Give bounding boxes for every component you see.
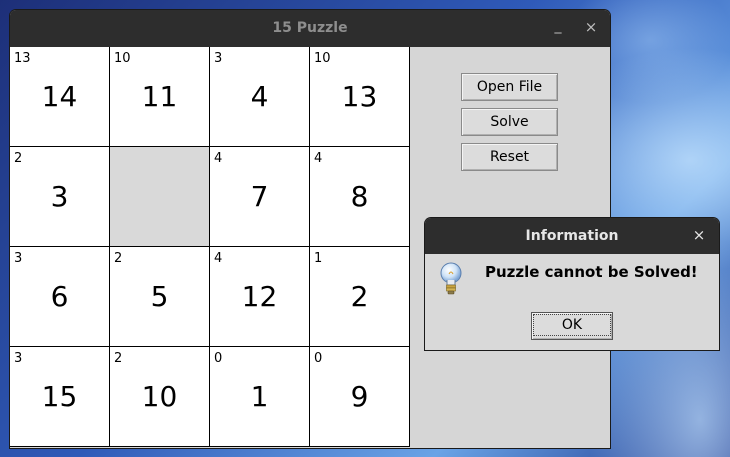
tile-hint: 3 bbox=[214, 51, 223, 66]
tile-hint: 10 bbox=[314, 51, 331, 66]
tile-number: 3 bbox=[50, 180, 69, 213]
window-titlebar[interactable]: 15 Puzzle _ × bbox=[10, 10, 610, 47]
tile[interactable]: 2 10 bbox=[110, 347, 210, 447]
tile-hint: 2 bbox=[114, 351, 123, 366]
tile-number: 12 bbox=[241, 280, 278, 313]
tile-hint: 3 bbox=[14, 351, 23, 366]
empty-tile[interactable] bbox=[110, 147, 210, 247]
dialog-titlebar[interactable]: Information × bbox=[425, 218, 719, 254]
tile-hint: 4 bbox=[214, 251, 223, 266]
tile-number: 2 bbox=[350, 280, 369, 313]
dialog-message: Puzzle cannot be Solved! bbox=[485, 263, 698, 281]
lightbulb-icon bbox=[440, 262, 462, 295]
tile-number: 14 bbox=[41, 80, 78, 113]
ok-button[interactable]: OK bbox=[531, 312, 613, 340]
tile-number: 4 bbox=[250, 80, 269, 113]
tile[interactable]: 36 bbox=[10, 247, 110, 347]
solve-button[interactable]: Solve bbox=[461, 108, 558, 136]
tile-hint: 2 bbox=[14, 151, 23, 166]
open-file-button[interactable]: Open File bbox=[461, 73, 558, 101]
dialog-title: Information bbox=[525, 228, 619, 244]
tile[interactable]: 13 14 bbox=[10, 47, 110, 147]
tile[interactable]: 23 bbox=[10, 147, 110, 247]
dialog-close-button[interactable]: × bbox=[691, 227, 707, 243]
tile-hint: 3 bbox=[14, 251, 23, 266]
tile-number: 10 bbox=[141, 380, 178, 413]
tile-hint: 4 bbox=[314, 151, 323, 166]
reset-button[interactable]: Reset bbox=[461, 143, 558, 171]
tile-number: 15 bbox=[41, 380, 78, 413]
tile[interactable]: 01 bbox=[210, 347, 310, 447]
tile-number: 7 bbox=[250, 180, 269, 213]
tile-number: 6 bbox=[50, 280, 69, 313]
tile-number: 11 bbox=[141, 80, 178, 113]
tile[interactable]: 10 11 bbox=[110, 47, 210, 147]
puzzle-board: 13 14 10 11 34 10 13 23 47 48 36 25 4 12 12 … bbox=[10, 47, 410, 447]
window-title: 15 Puzzle bbox=[272, 20, 348, 36]
tile-number: 5 bbox=[150, 280, 169, 313]
tile[interactable]: 25 bbox=[110, 247, 210, 347]
tile[interactable]: 4 12 bbox=[210, 247, 310, 347]
tile-number: 1 bbox=[250, 380, 269, 413]
tile-number: 13 bbox=[341, 80, 378, 113]
tile-number: 9 bbox=[350, 380, 369, 413]
tile[interactable]: 3 15 bbox=[10, 347, 110, 447]
minimize-button[interactable]: _ bbox=[550, 18, 566, 34]
tile[interactable]: 10 13 bbox=[310, 47, 410, 147]
tile-hint: 0 bbox=[314, 351, 323, 366]
tile-hint: 4 bbox=[214, 151, 223, 166]
tile[interactable]: 34 bbox=[210, 47, 310, 147]
tile[interactable]: 12 bbox=[310, 247, 410, 347]
tile-hint: 0 bbox=[214, 351, 223, 366]
close-button[interactable]: × bbox=[583, 19, 599, 35]
ok-button-label: OK bbox=[532, 314, 612, 336]
tile[interactable]: 48 bbox=[310, 147, 410, 247]
tile[interactable]: 47 bbox=[210, 147, 310, 247]
tile-hint: 13 bbox=[14, 51, 31, 66]
tile-hint: 2 bbox=[114, 251, 123, 266]
tile[interactable]: 09 bbox=[310, 347, 410, 447]
tile-hint: 10 bbox=[114, 51, 131, 66]
information-dialog: Information × Puzzle cannot be Solved! O… bbox=[425, 218, 719, 350]
tile-hint: 1 bbox=[314, 251, 323, 266]
tile-number: 8 bbox=[350, 180, 369, 213]
